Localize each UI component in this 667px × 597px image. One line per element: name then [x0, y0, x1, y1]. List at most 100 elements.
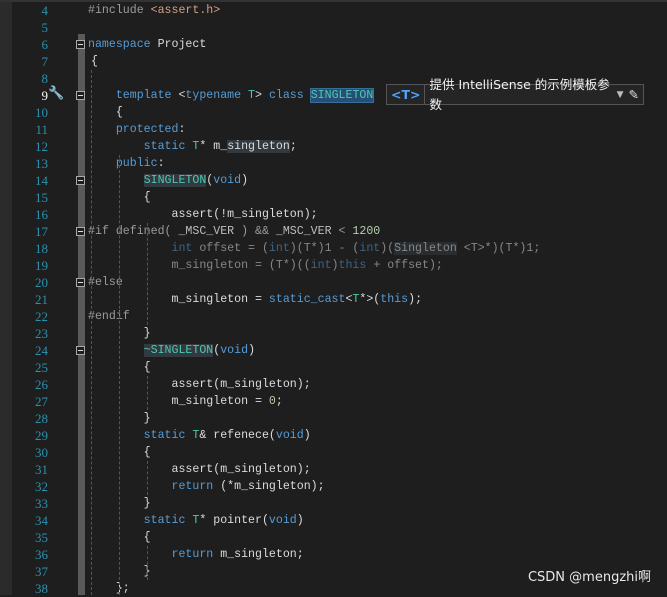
code-line[interactable]: SINGLETON(void) [143, 172, 248, 189]
code-token: _MSC_VER [178, 225, 235, 238]
line-number: 26 [35, 377, 48, 392]
code-token: return [171, 548, 214, 561]
code-token: namespace [88, 38, 151, 51]
code-token: *>( [359, 293, 381, 306]
code-line[interactable]: { [144, 529, 151, 546]
code-token: ) [296, 514, 304, 527]
screwdriver-icon[interactable]: 🔧 [48, 86, 64, 101]
code-token: ) [303, 429, 311, 442]
code-line[interactable]: namespace Project [88, 36, 206, 53]
code-line[interactable]: protected: [116, 121, 186, 138]
line-number: 7 [41, 54, 49, 69]
code-line[interactable]: assert(m_singleton); [172, 461, 311, 478]
code-token: ~SINGLETON [143, 344, 214, 357]
code-line[interactable]: static T* m_singleton; [144, 138, 297, 155]
hint-label: 提供 IntelliSense 的示例模板参数 [429, 76, 610, 112]
code-line[interactable]: m_singleton = 0; [172, 393, 283, 410]
code-token: m_singleton = [171, 293, 269, 306]
code-token: )( [380, 242, 395, 255]
line-number: 21 [35, 292, 48, 307]
code-line[interactable]: static T& refenece(void) [144, 427, 311, 444]
code-token: { [143, 531, 151, 544]
code-token: <assert.h> [150, 4, 221, 17]
line-number: 31 [35, 462, 48, 477]
code-line[interactable]: { [144, 189, 151, 206]
code-token: int [268, 242, 290, 255]
code-line[interactable]: #else [88, 274, 123, 291]
code-token: singleton [227, 140, 290, 153]
indent-guide [147, 546, 148, 580]
collapse-icon[interactable] [76, 346, 85, 355]
code-line[interactable]: #endif [88, 308, 130, 325]
line-number: 11 [35, 122, 48, 137]
code-token: 1200 [352, 225, 381, 238]
collapse-icon[interactable] [76, 227, 85, 236]
code-token: static_cast [268, 293, 346, 306]
code-token: > [255, 89, 269, 102]
code-token: T [241, 89, 256, 102]
code-line[interactable]: public: [116, 155, 165, 172]
line-number: 20 [35, 275, 48, 290]
code-token: m_singleton; [213, 548, 304, 561]
code-line[interactable]: ~SINGLETON(void) [143, 342, 255, 359]
code-line[interactable]: #include <assert.h> [88, 2, 220, 19]
line-number: 27 [35, 394, 48, 409]
code-token: { [143, 191, 151, 204]
code-line[interactable]: m_singleton = (T*)((int)this + offset); [172, 257, 443, 274]
template-args-hint[interactable]: <T> 提供 IntelliSense 的示例模板参数 ▼ ✎ [386, 77, 644, 112]
line-number: 23 [35, 326, 48, 341]
line-number: 12 [35, 139, 48, 154]
pencil-icon[interactable]: ✎ [629, 85, 639, 105]
code-token: #if defined( [88, 225, 179, 238]
code-token: T [185, 514, 200, 527]
line-number: 15 [35, 190, 48, 205]
line-number: 8 [41, 71, 49, 86]
line-number: 14 [35, 173, 48, 188]
code-token: { [91, 55, 98, 68]
code-line[interactable]: int offset = (int)(T*)1 - (int)(Singleto… [172, 240, 540, 257]
code-line[interactable]: assert(!m_singleton); [172, 206, 318, 223]
indent-guide [91, 70, 92, 595]
code-line[interactable]: m_singleton = static_cast<T*>(this); [172, 291, 423, 308]
code-line[interactable]: } [144, 325, 151, 342]
collapse-icon[interactable] [76, 278, 85, 287]
code-token: void [213, 174, 242, 187]
code-token: T [185, 429, 200, 442]
code-token: class [268, 89, 304, 102]
caret-down-icon[interactable]: ▼ [617, 85, 624, 105]
code-line[interactable]: return m_singleton; [172, 546, 304, 563]
line-number: 19 [35, 258, 48, 273]
code-token: { [143, 446, 151, 459]
line-number: 30 [35, 445, 48, 460]
code-token: < [331, 225, 353, 238]
code-token: 0 [268, 395, 276, 408]
code-token: template [115, 89, 172, 102]
collapse-icon[interactable] [76, 176, 85, 185]
line-number: 4 [41, 3, 49, 18]
collapse-icon[interactable] [76, 91, 85, 100]
code-token: + offset); [366, 259, 443, 272]
code-token: #include [88, 4, 151, 17]
code-line[interactable]: } [144, 410, 151, 427]
line-number: 6 [41, 37, 49, 52]
collapse-icon[interactable] [76, 40, 85, 49]
code-token: }; [115, 582, 130, 595]
code-line[interactable]: { [116, 104, 123, 121]
code-token: T [185, 140, 200, 153]
line-number: 17 [35, 224, 48, 239]
code-line[interactable]: return (*m_singleton); [172, 478, 325, 495]
code-token: assert(m_singleton); [171, 463, 311, 476]
code-line[interactable]: assert(m_singleton); [172, 376, 311, 393]
code-token: m_singleton = (T*)(( [171, 259, 311, 272]
code-token: (*m_singleton); [213, 480, 325, 493]
code-line[interactable]: { [144, 444, 151, 461]
code-line[interactable]: template <typename T> class SINGLETON [115, 87, 375, 104]
code-line[interactable]: } [144, 495, 151, 512]
code-token: return [171, 480, 214, 493]
code-line[interactable]: { [91, 53, 98, 70]
code-line[interactable]: #if defined( _MSC_VER ) && _MSC_VER < 12… [88, 223, 380, 240]
code-token: ) && [234, 225, 276, 238]
code-line[interactable]: { [144, 359, 151, 376]
code-line[interactable]: static T* pointer(void) [144, 512, 304, 529]
code-line[interactable]: }; [116, 580, 130, 597]
